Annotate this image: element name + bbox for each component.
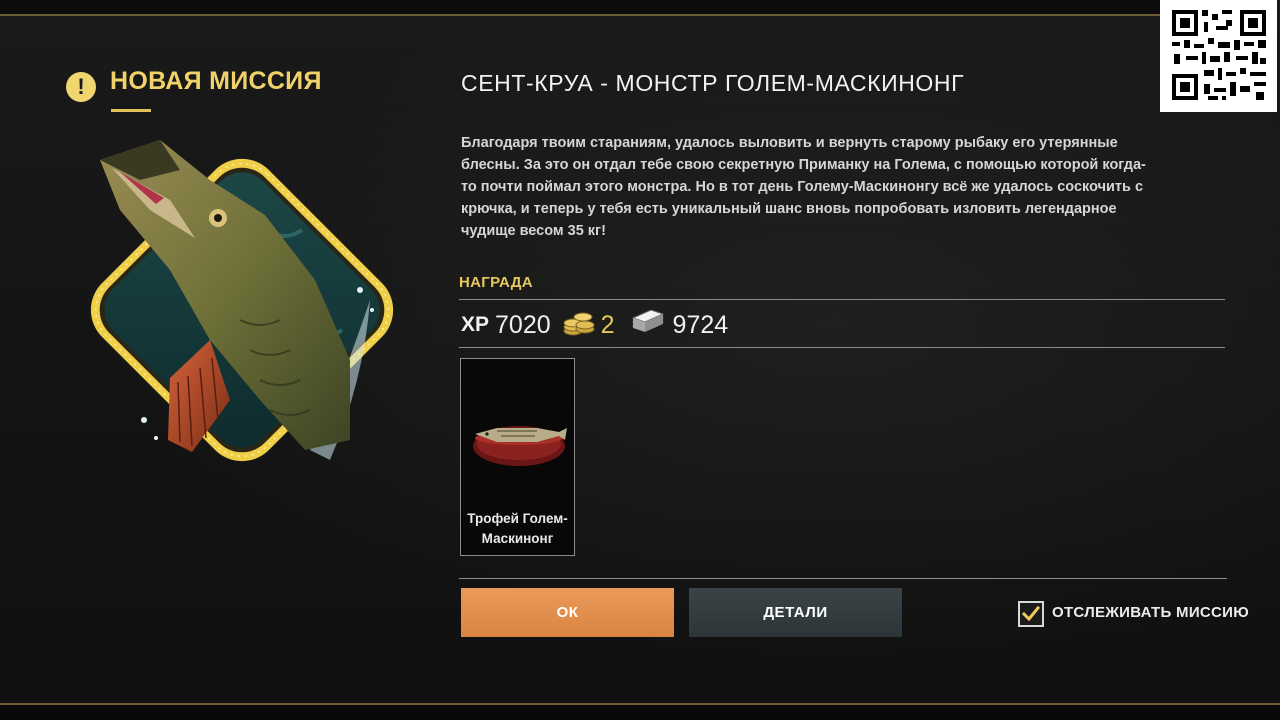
money-value: 9724 <box>672 310 729 339</box>
reward-summary: XP 7020 2 9724 <box>461 308 728 342</box>
reward-divider-bottom <box>459 347 1225 348</box>
track-mission-checkbox[interactable] <box>1018 601 1044 627</box>
checkmark-icon <box>1021 605 1041 622</box>
reward-label: НАГРАДА <box>459 274 533 291</box>
heading-underline <box>111 109 151 112</box>
mission-dialog: ! НОВАЯ МИССИЯ СЕНТ-КРУА - МОНСТР ГОЛЕМ-… <box>0 0 1280 720</box>
silver-money-icon <box>631 308 665 341</box>
coins-value: 2 <box>600 310 615 339</box>
mission-description: Благодаря твоим стараниям, удалось вылов… <box>461 135 1146 239</box>
buttons-divider <box>459 578 1227 579</box>
exclamation-icon: ! <box>66 72 96 102</box>
qr-code <box>1160 0 1277 112</box>
xp-value: 7020 <box>495 310 551 339</box>
bottom-bar <box>0 705 1280 720</box>
reward-divider-top <box>459 299 1225 300</box>
reward-item-name: Трофей Голем-Маскинонг <box>467 511 568 546</box>
xp-label: XP <box>461 313 490 336</box>
top-divider <box>0 14 1160 16</box>
mission-title: СЕНТ-КРУА - МОНСТР ГОЛЕМ-МАСКИНОНГ <box>461 70 965 96</box>
reward-item-card[interactable]: Трофей Голем-Маскинонг <box>460 358 575 556</box>
gold-coins-icon <box>563 309 595 342</box>
pike-fish-artwork <box>60 120 420 500</box>
new-mission-heading: НОВАЯ МИССИЯ <box>110 67 322 95</box>
ok-button[interactable]: ОК <box>461 588 674 637</box>
track-mission-label[interactable]: ОТСЛЕЖИВАТЬ МИССИЮ <box>1052 604 1249 621</box>
details-button[interactable]: ДЕТАЛИ <box>689 588 902 637</box>
top-bar <box>0 0 1160 14</box>
pike-trophy-icon <box>467 414 571 474</box>
